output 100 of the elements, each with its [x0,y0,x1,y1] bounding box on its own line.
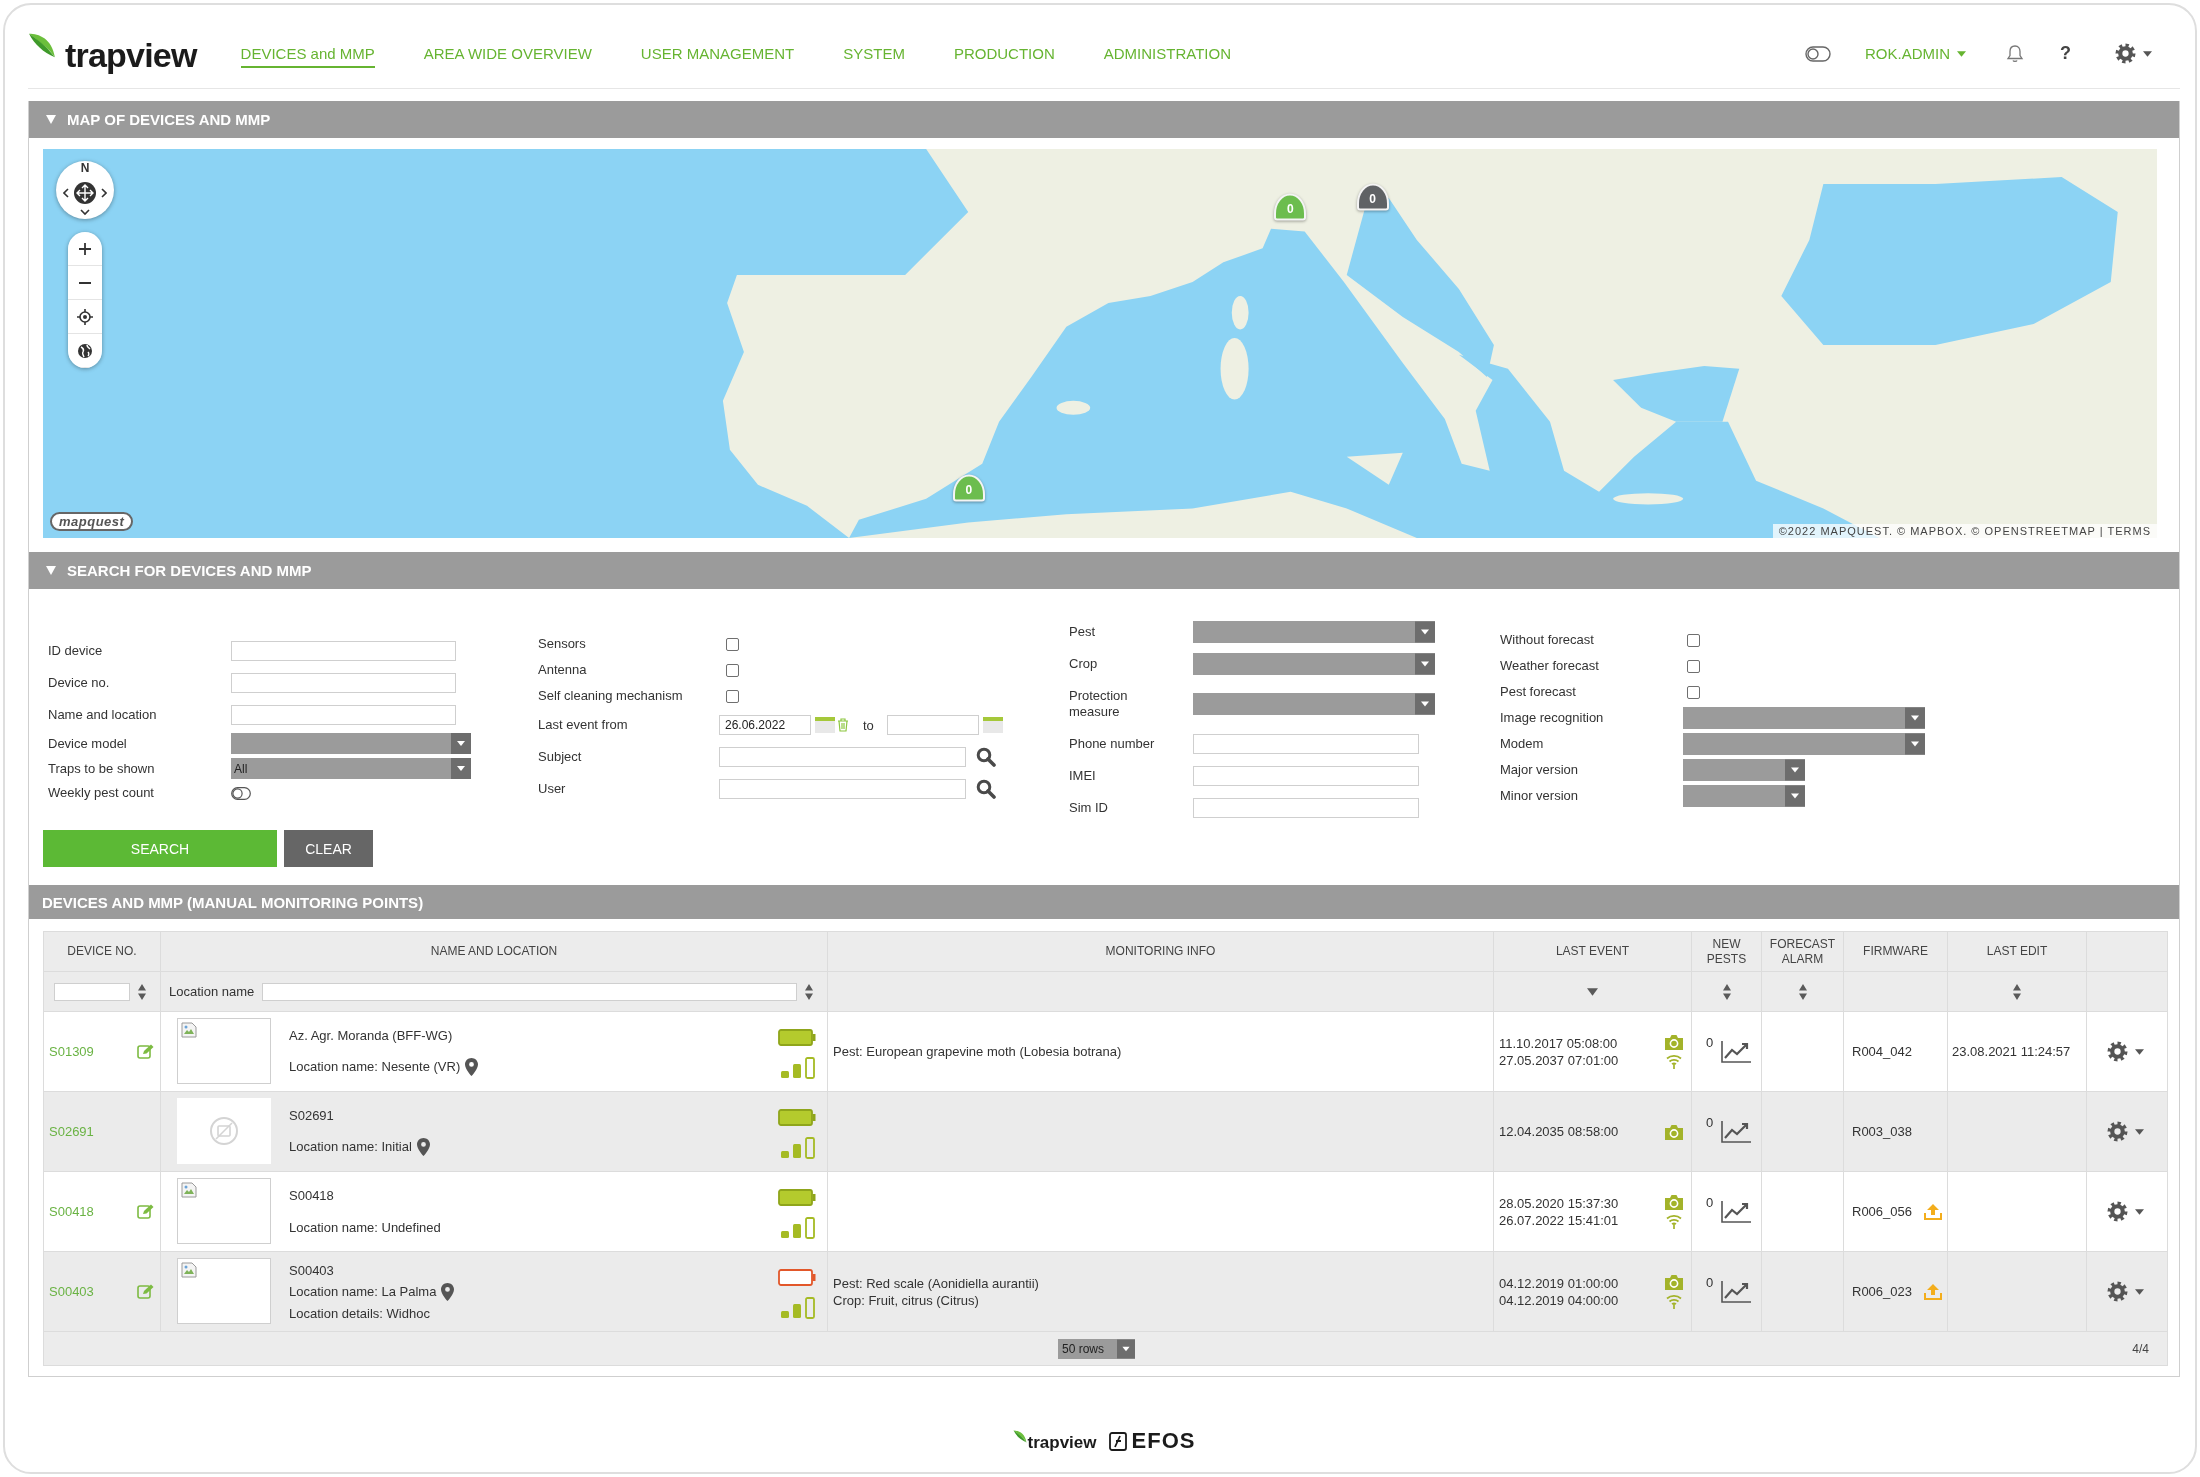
field-label: Device model [48,735,128,752]
user-menu-button[interactable]: ROK.ADMIN [1865,45,1966,62]
checkbox[interactable] [1687,685,1700,699]
monitoring-info-text: Crop: Fruit, citrus (Citrus) [833,1292,980,1308]
field-label: Traps to be shown [48,760,156,777]
checkbox[interactable] [726,663,739,677]
field-label: ID device [48,643,104,659]
checkbox[interactable] [1687,659,1700,673]
column-header: FIRMWARE [1843,931,1948,972]
device-link[interactable]: S00403 [49,1284,94,1299]
square-logo-icon [1108,1431,1127,1451]
help-button[interactable]: ? [2060,43,2071,64]
column-header: MONITORING INFO [827,931,1494,972]
zoom-in-button[interactable] [68,232,102,266]
text-input[interactable] [1193,798,1419,818]
text-input[interactable] [231,641,456,661]
new-pests-count: 0 [1706,1274,1714,1290]
pin-icon[interactable] [416,1137,430,1156]
date-input[interactable]: 26.06.2022 [719,715,811,735]
field-label: Pest [1069,623,1096,641]
row-menu-button[interactable] [2107,1041,2144,1062]
calendar-icon [982,717,1003,733]
logo-text: trapview [65,35,197,75]
dropdown[interactable]: All [231,758,471,779]
row-menu-button[interactable] [2107,1201,2144,1222]
event-date: 04.12.2019 01:00:00 [1499,1275,1619,1291]
checkbox[interactable] [726,689,739,703]
search-icon[interactable] [976,779,996,799]
location-text: Location name: Initial [289,1139,412,1154]
search-icon[interactable] [976,747,996,767]
toggle-icon[interactable] [1805,45,1831,62]
line-chart-icon[interactable] [1721,1040,1752,1063]
page-info: 4/4 [2132,1341,2149,1356]
new-pests-count: 0 [1706,1194,1714,1210]
sort-icon[interactable] [1798,983,1807,1000]
settings-button[interactable] [2115,43,2152,64]
range-separator-label: to [863,717,874,733]
zoom-out-button[interactable] [68,266,102,300]
globe-icon [77,342,93,359]
checkbox[interactable] [1687,633,1700,647]
bell-icon[interactable] [2006,44,2024,63]
pin-icon[interactable] [465,1057,479,1076]
nav-tab[interactable]: AREA WIDE OVERVIEW [423,39,592,68]
checkbox[interactable] [726,637,739,651]
location-text: Location name: Nesente (VR) [289,1059,461,1074]
event-date: 27.05.2037 07:01:00 [1499,1052,1619,1068]
field-label: Self cleaning mechanism [538,688,684,704]
field-label: Device no. [48,675,111,691]
filter-input[interactable] [262,982,797,1001]
row-menu-button[interactable] [2107,1121,2144,1142]
field-label: Weekly pest count [48,785,155,801]
line-chart-icon[interactable] [1721,1200,1752,1223]
locate-button[interactable] [68,300,102,334]
field-label: Subject [538,749,583,765]
text-input[interactable] [719,747,966,767]
section-title: DEVICES AND MMP (MANUAL MONITORING POINTS) [42,893,424,911]
section-header-bar[interactable]: MAP OF DEVICES AND MMP [29,101,2179,138]
monitoring-info-text: Pest: Red scale (Aonidiella aurantii) [833,1275,1040,1291]
field-label: Name and location [48,707,158,723]
device-link[interactable]: S01309 [49,1044,94,1059]
line-chart-icon[interactable] [1721,1280,1752,1303]
text-input[interactable] [719,779,966,799]
device-link[interactable]: S00418 [49,1204,94,1219]
event-date: 11.10.2017 05:08:00 [1499,1035,1619,1051]
section-header-bar[interactable]: SEARCH FOR DEVICES AND MMP [29,552,2179,589]
globe-button[interactable] [68,334,102,368]
section-title: SEARCH FOR DEVICES AND MMP [67,562,312,579]
text-input[interactable] [1193,766,1419,786]
filter-input[interactable] [54,982,130,1001]
caret-icon [2135,1048,2144,1055]
sort-icon[interactable] [805,983,813,1000]
gear-icon [2107,1281,2128,1302]
search-button[interactable]: SEARCH [43,830,277,867]
text-input[interactable] [231,673,456,693]
text-input[interactable] [231,705,456,725]
sort-icon[interactable] [2013,983,2021,1000]
pin-icon[interactable] [441,1282,455,1301]
footer-logo-text: trapview [1027,1432,1097,1453]
row-menu-button[interactable] [2107,1281,2144,1302]
nav-tab[interactable]: DEVICES and MMP [240,39,375,68]
clear-button[interactable]: CLEAR [284,830,373,867]
nav-tab[interactable]: USER MANAGEMENT [640,39,795,68]
camera-icon [1665,1274,1683,1290]
nav-tab[interactable]: SYSTEM [843,39,905,68]
sort-descending-icon[interactable] [1587,987,1598,996]
nav-tab[interactable]: PRODUCTION [953,39,1055,68]
device-link[interactable]: S02691 [49,1124,94,1139]
page-size-dropdown[interactable]: 50 rows [1058,1338,1135,1359]
sort-icon[interactable] [138,983,146,1000]
field-label: IMEI [1069,767,1097,785]
field-label: Pest forecast [1500,684,1577,700]
column-header: LAST EDIT [1947,931,2087,972]
sort-icon[interactable] [1722,983,1731,1000]
date-input[interactable] [886,715,979,735]
caret-icon [1117,1338,1135,1359]
caret-icon [2135,1288,2144,1295]
line-chart-icon[interactable] [1721,1120,1752,1143]
nav-tab[interactable]: ADMINISTRATION [1103,39,1231,68]
toggle-switch[interactable] [231,786,251,800]
text-input[interactable] [1193,734,1419,754]
